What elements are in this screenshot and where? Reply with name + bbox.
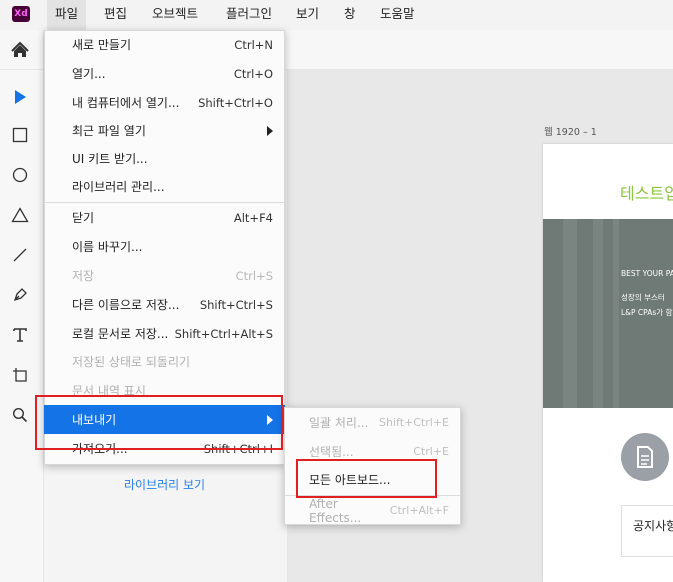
text-icon: [13, 328, 27, 342]
menu-window[interactable]: 창: [336, 0, 364, 30]
rectangle-icon: [12, 127, 28, 143]
menu-object[interactable]: 오브젝트: [144, 0, 206, 30]
document-icon: [621, 433, 669, 481]
menu-item-open[interactable]: 열기... Ctrl+O: [44, 59, 285, 88]
menu-item-save-local[interactable]: 로컬 문서로 저장... Shift+Ctrl+Alt+S: [44, 319, 285, 348]
menu-help[interactable]: 도움말: [372, 0, 423, 30]
line-icon: [13, 248, 27, 262]
select-tool[interactable]: [6, 83, 34, 111]
zoom-tool[interactable]: [6, 401, 34, 429]
rectangle-tool[interactable]: [6, 121, 34, 149]
menu-item-open-local[interactable]: 내 컴퓨터에서 열기... Shift+Ctrl+O: [44, 88, 285, 117]
artboard-tool[interactable]: [6, 361, 34, 389]
menu-item-revert[interactable]: 저장된 상태로 되돌리기: [44, 347, 285, 376]
artboard-icon: [13, 368, 27, 382]
menu-item-manage-libraries[interactable]: 라이브러리 관리...: [44, 172, 285, 201]
submenu-item-after-effects[interactable]: After Effects... Ctrl+Alt+F: [284, 496, 461, 525]
hero-text-1: BEST YOUR PA: [621, 269, 673, 278]
menu-item-get-ui-kits[interactable]: UI 키트 받기...: [44, 144, 285, 173]
hero-text-2: 성장의 부스터: [621, 293, 665, 302]
menu-item-open-recent[interactable]: 최근 파일 열기: [44, 116, 285, 145]
hero-text-3: L&P CPAs가 함께: [621, 308, 673, 317]
pen-tool[interactable]: [6, 281, 34, 309]
home-icon: [11, 41, 29, 57]
menu-item-close[interactable]: 닫기 Alt+F4: [44, 203, 285, 232]
app-logo: Xd: [12, 6, 30, 22]
text-tool[interactable]: [6, 321, 34, 349]
artboard-label[interactable]: 웹 1920 – 1: [544, 124, 597, 138]
notice-title: 공지사항: [633, 519, 673, 533]
menu-edit[interactable]: 편집: [96, 0, 135, 30]
highlight-export: [35, 395, 283, 450]
home-button[interactable]: [0, 30, 44, 70]
line-tool[interactable]: [6, 241, 34, 269]
view-library-link[interactable]: 라이브러리 보기: [124, 476, 205, 493]
page-heading: 테스트입: [620, 184, 673, 203]
zoom-icon: [12, 407, 28, 423]
ellipse-tool[interactable]: [6, 161, 34, 189]
menu-file[interactable]: 파일: [47, 0, 87, 30]
highlight-all-artboards: [296, 459, 437, 498]
menu-item-save[interactable]: 저장 Ctrl+S: [44, 261, 285, 290]
menu-plugins[interactable]: 플러그인: [218, 0, 280, 30]
submenu-item-batch[interactable]: 일괄 처리... Shift+Ctrl+E: [284, 408, 461, 437]
menu-item-save-as[interactable]: 다른 이름으로 저장... Shift+Ctrl+S: [44, 290, 285, 319]
triangle-tool[interactable]: [6, 201, 34, 229]
ellipse-icon: [12, 167, 28, 183]
menu-view[interactable]: 보기: [288, 0, 327, 30]
select-icon: [15, 90, 26, 104]
menu-item-rename[interactable]: 이름 바꾸기...: [44, 232, 285, 261]
menu-item-new[interactable]: 새로 만들기 Ctrl+N: [44, 30, 285, 59]
chevron-right-icon: [267, 125, 273, 136]
pen-icon: [13, 288, 27, 302]
triangle-icon: [11, 207, 29, 223]
